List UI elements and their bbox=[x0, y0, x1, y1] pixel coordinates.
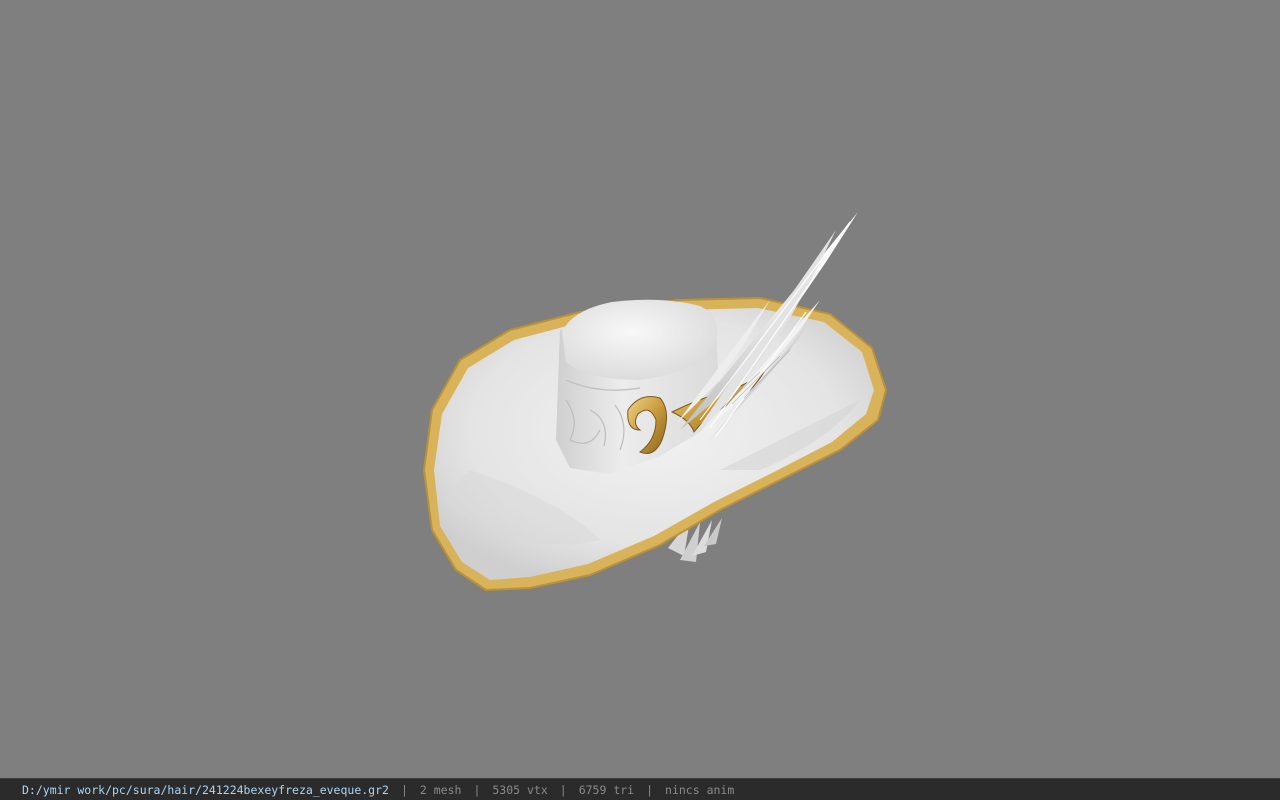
separator: | bbox=[646, 782, 654, 797]
separator: | bbox=[473, 782, 481, 797]
separator: | bbox=[400, 782, 408, 797]
mesh-count: 2 mesh bbox=[419, 782, 462, 797]
separator: | bbox=[559, 782, 567, 797]
vertex-count: 5305 vtx bbox=[492, 782, 548, 797]
triangle-count: 6759 tri bbox=[578, 782, 635, 797]
hat-model[interactable] bbox=[0, 0, 1280, 778]
anim-status: nincs anim bbox=[665, 782, 735, 797]
status-bar: D:/ymir work/pc/sura/hair/241224bexeyfre… bbox=[0, 778, 1280, 800]
3d-viewport[interactable] bbox=[0, 0, 1280, 778]
file-path: D:/ymir work/pc/sura/hair/241224bexeyfre… bbox=[22, 782, 389, 797]
